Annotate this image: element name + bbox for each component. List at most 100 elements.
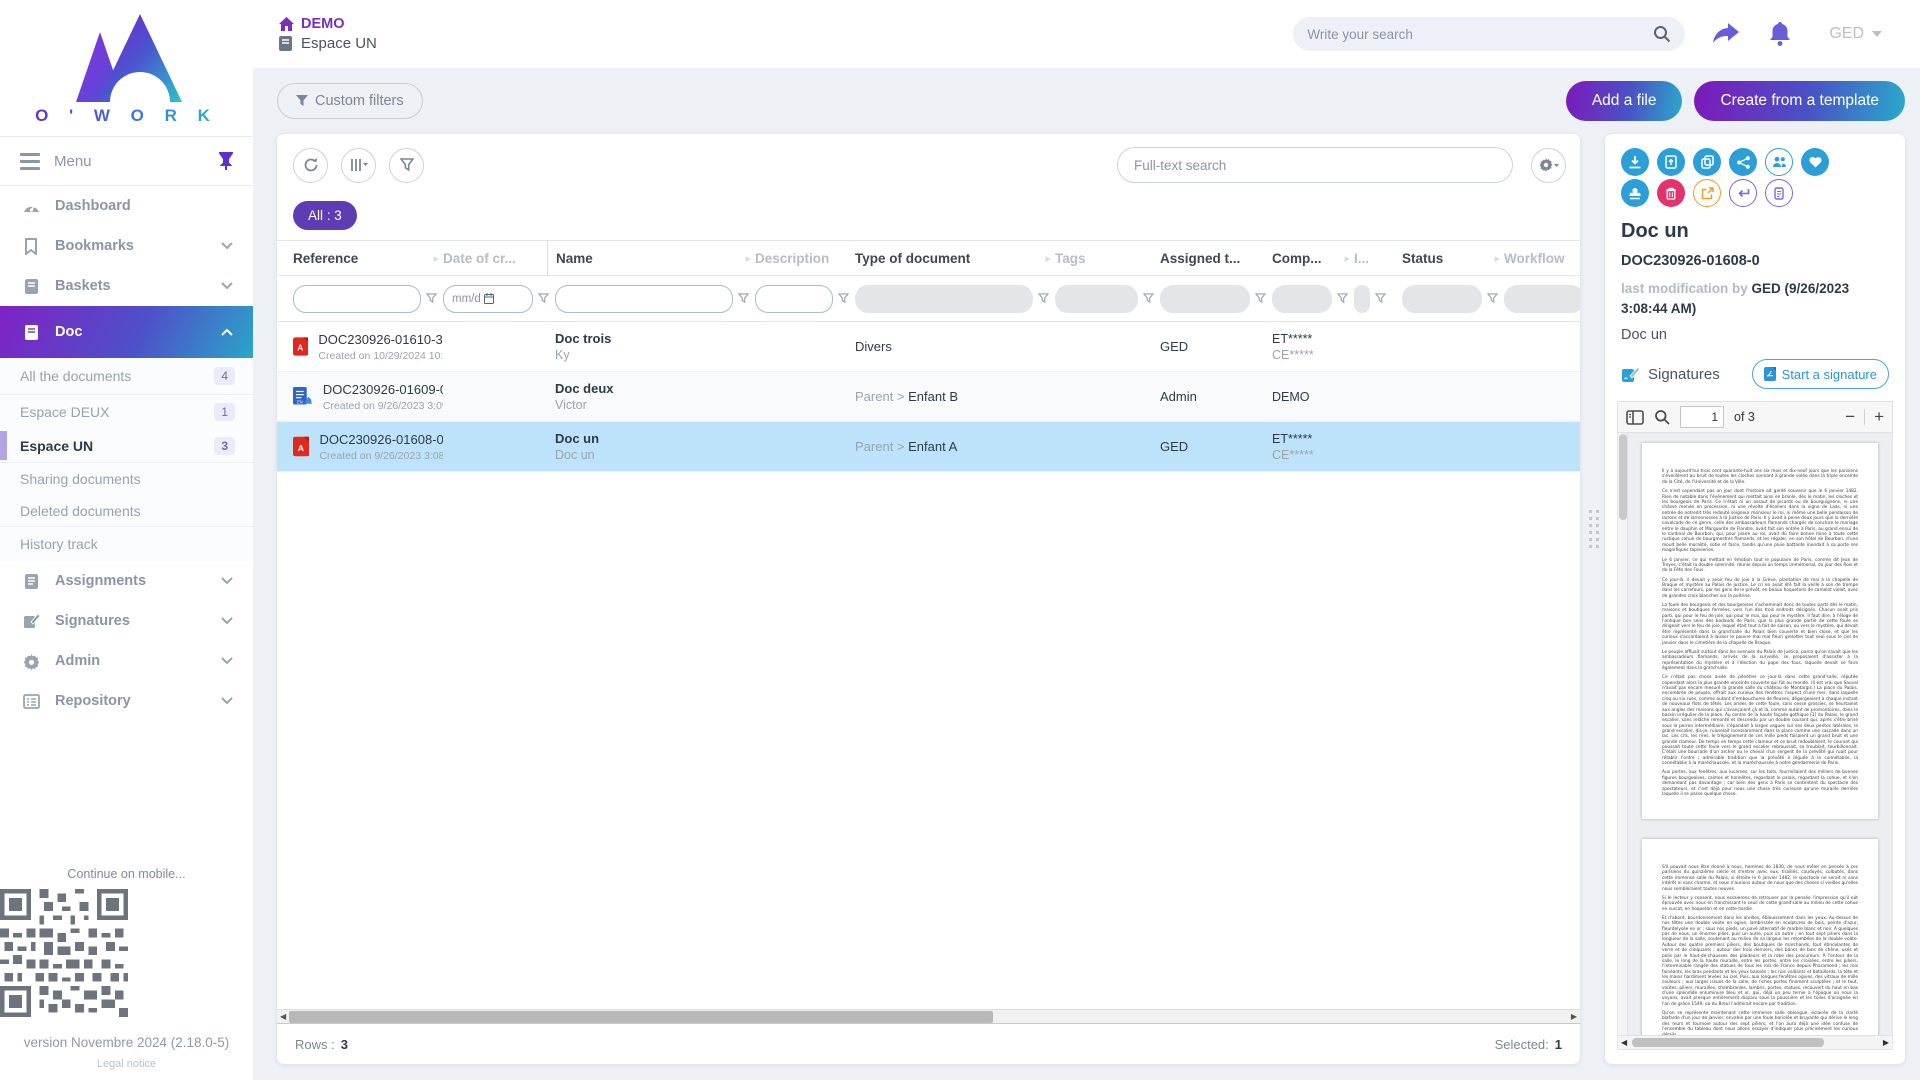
filter-funnel-icon[interactable] [1337,293,1348,304]
fulltext-search-input[interactable] [1134,158,1496,173]
user-menu[interactable]: GED [1829,25,1882,43]
document-info-button[interactable] [1765,179,1793,207]
filter-select-tags[interactable] [1055,285,1138,313]
filter-funnel-icon[interactable] [426,293,437,304]
sidebar-item-bookmarks[interactable]: Bookmarks [0,226,253,266]
pdf-page-2[interactable]: S'il pouvait nous être donné à nous, hom… [1642,839,1878,1035]
filter-select-i[interactable] [1354,285,1370,313]
create-template-button[interactable]: Create from a template [1694,81,1905,121]
delete-button[interactable] [1657,179,1685,207]
column-header-status[interactable]: Status▸ [1402,241,1504,275]
mobile-section: Continue on mobile... [0,857,253,1031]
sidebar-subitem-sharing-documents[interactable]: Sharing documents [0,463,253,495]
filter-select-company[interactable] [1272,285,1332,313]
sidebar-item-dashboard[interactable]: Dashboard [0,186,253,226]
filter-funnel-icon[interactable] [838,293,849,304]
pdf-horizontal-scrollbar[interactable]: ◀ ▶ [1618,1035,1892,1049]
column-header-workflow[interactable]: Workflow▸ [1504,241,1580,275]
sidebar-subitem-espace-deux[interactable]: Espace DEUX 1 [0,395,253,429]
scroll-right-arrow[interactable]: ▶ [1571,1012,1577,1021]
users-button[interactable] [1765,148,1793,176]
filter-funnel-icon[interactable] [538,293,549,304]
pdf-vertical-scrollbar[interactable] [1618,433,1628,1035]
page-number-input[interactable] [1680,406,1724,428]
sidebar-item-doc[interactable]: Doc [0,306,253,358]
column-header-type[interactable]: Type of document▸ [855,241,1055,275]
filter-funnel-icon[interactable] [1375,293,1386,304]
table-row-selected[interactable]: A DOC230926-01608-0 Created on 9/26/2023… [277,422,1580,472]
column-header-company[interactable]: Comp...▸ [1272,241,1354,275]
scroll-left-arrow[interactable]: ◀ [280,1012,286,1021]
sidebar-subitem-history-track[interactable]: History track [0,527,253,561]
column-header-name[interactable]: Name▸ [547,241,755,275]
filter-funnel-icon[interactable] [1255,293,1266,304]
filter-input-description[interactable] [755,285,833,313]
filter-funnel-icon [296,95,308,107]
column-header-description[interactable]: Description [755,241,855,275]
filter-select-assigned[interactable] [1160,285,1250,313]
sidebar-item-signatures[interactable]: Signatures [0,601,253,641]
pdf-page-1[interactable]: Il y a aujourd'hui trois cent quarante-h… [1642,443,1878,819]
filter-funnel-icon[interactable] [1143,293,1154,304]
global-search-input[interactable] [1307,27,1653,42]
sidebar-subitem-all-documents[interactable]: All the documents 4 [0,358,253,395]
panel-resize-handle[interactable] [1589,510,1600,549]
start-signature-button[interactable]: Start a signature [1752,359,1889,389]
return-button[interactable] [1729,179,1757,207]
column-header-assigned[interactable]: Assigned t... [1160,241,1272,275]
sidebar-item-repository[interactable]: Repository [0,681,253,721]
filter-input-name[interactable] [555,285,733,313]
sort-caret-icon: ▸ [1045,252,1051,265]
breadcrumb-root[interactable]: DEMO [279,16,377,32]
scrollbar-thumb[interactable] [1619,434,1627,520]
filter-button[interactable] [389,148,424,183]
zoom-out-button[interactable]: − [1845,407,1855,427]
sidebar-item-assignments[interactable]: Assignments [0,561,253,601]
table-horizontal-scrollbar[interactable]: ◀ ▶ [277,1009,1580,1024]
column-header-i[interactable]: I... [1354,241,1402,275]
scrollbar-thumb[interactable] [289,1011,993,1023]
filter-funnel-icon[interactable] [738,293,749,304]
search-icon[interactable] [1653,25,1671,43]
sidebar-subitem-deleted-documents[interactable]: Deleted documents [0,495,253,527]
sidebar-item-admin[interactable]: Admin [0,641,253,681]
filter-funnel-icon[interactable] [1038,293,1049,304]
download-button[interactable] [1621,148,1649,176]
filter-select-workflow[interactable] [1504,285,1580,313]
tab-all-documents[interactable]: All : 3 [293,201,357,230]
refresh-button[interactable] [293,148,328,183]
table-settings-button[interactable] [1531,148,1566,183]
filter-input-reference[interactable] [293,285,421,313]
pin-icon[interactable] [219,152,233,170]
custom-filters-button[interactable]: Custom filters [277,83,423,119]
notifications-bell-icon[interactable] [1769,22,1791,46]
table-row[interactable]: EN DOC230926-01609-0 Created on 9/26/202… [277,372,1580,422]
share-forward-icon[interactable] [1713,23,1739,45]
sidebar-item-baskets[interactable]: Baskets [0,266,253,306]
add-file-button[interactable]: Add a file [1566,81,1683,121]
favorite-button[interactable] [1801,148,1829,176]
stamp-button[interactable] [1621,179,1649,207]
filter-select-type[interactable] [855,285,1033,313]
scrollbar-thumb[interactable] [1632,1038,1824,1047]
sidebar-toggle-icon[interactable] [1626,410,1644,425]
filter-funnel-icon[interactable] [1487,293,1498,304]
share-button[interactable] [1729,148,1757,176]
open-external-button[interactable] [1693,179,1721,207]
filter-input-date[interactable]: mm/d [443,285,533,313]
legal-notice-link[interactable]: Legal notice [0,1058,253,1080]
pdf-search-icon[interactable] [1654,409,1670,425]
menu-toggle[interactable]: Menu [0,136,253,186]
table-row[interactable]: A DOC230926-01610-3 Created on 10/29/202… [277,322,1580,372]
filter-select-status[interactable] [1402,285,1482,313]
upload-version-button[interactable] [1657,148,1685,176]
sidebar-subitem-espace-un[interactable]: Espace UN 3 [0,429,253,463]
scroll-left-arrow[interactable]: ◀ [1621,1038,1627,1047]
columns-button[interactable] [341,148,376,183]
scroll-right-arrow[interactable]: ▶ [1883,1038,1889,1047]
column-header-reference[interactable]: Reference▸ [293,241,443,275]
copy-button[interactable] [1693,148,1721,176]
column-header-date[interactable]: Date of cr... [443,241,555,275]
zoom-in-button[interactable]: + [1874,407,1884,427]
column-header-tags[interactable]: Tags [1055,241,1160,275]
